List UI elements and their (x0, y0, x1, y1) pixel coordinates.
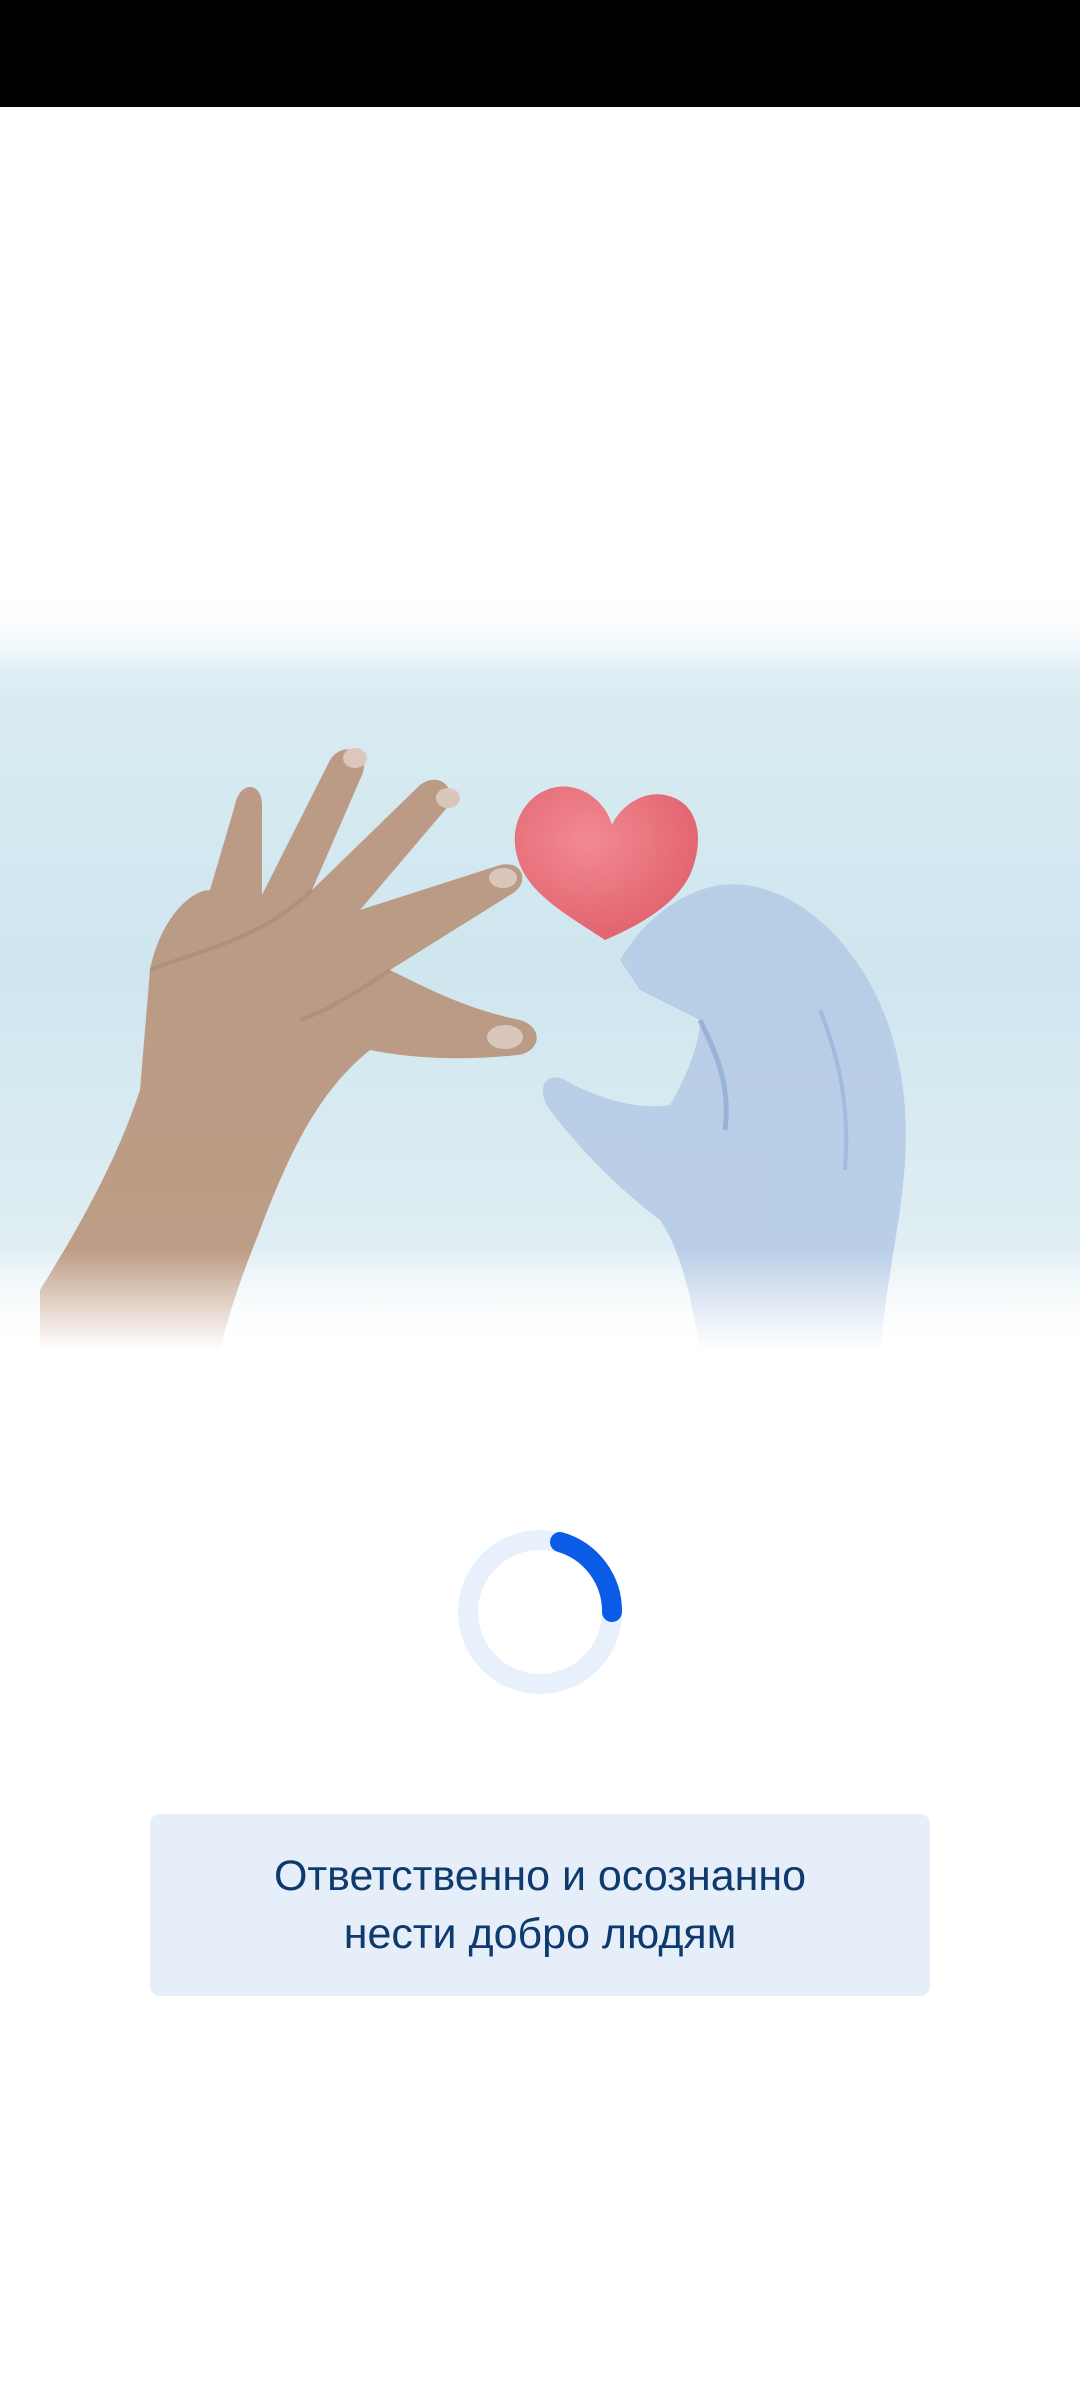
hands-holding-heart-image (0, 590, 1080, 1350)
status-bar (0, 0, 1080, 107)
slogan-text: Ответственно и осознанно нести добро люд… (273, 1852, 807, 1958)
loading-spinner-icon (455, 1527, 625, 1697)
slogan-card: Ответственно и осознанно нести добро люд… (150, 1814, 930, 1996)
